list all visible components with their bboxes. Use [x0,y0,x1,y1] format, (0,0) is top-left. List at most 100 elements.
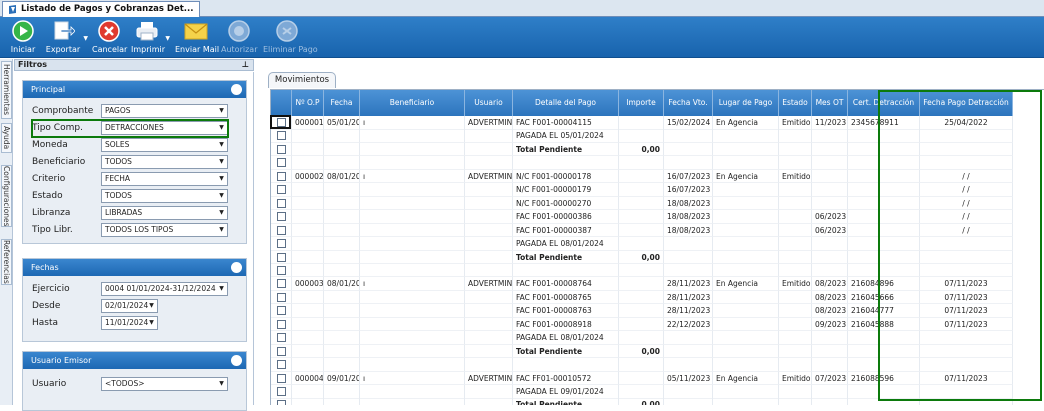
document-tab[interactable]: Listado de Pagos y Cobranzas Det... [2,1,201,17]
cell-importe [619,290,664,305]
eliminar-pago-button[interactable]: Eliminar Pago [263,19,318,57]
cell-importe [619,371,664,386]
collapse-icon[interactable] [231,84,242,95]
row-checkbox[interactable] [277,158,286,168]
cell-lugar-de-pago: En Agencia [713,116,779,130]
cell-fecha-vto: 28/11/2023 [664,277,713,291]
estado-select[interactable]: TODOS ▼ [101,189,228,203]
row-checkbox[interactable] [277,279,286,289]
filter-row-beneficiario: Beneficiario TODOS ▼ [23,154,248,170]
cell-no-op [292,385,324,399]
enviar-mail-button[interactable]: Enviar Mail [175,19,219,57]
column-header-importe[interactable]: Importe [619,90,664,116]
cell-fecha-vto [664,156,713,170]
imprimir-dropdown-icon[interactable]: ▼ [165,35,170,42]
row-checkbox[interactable] [277,212,286,222]
row-cursor [270,115,291,129]
row-checkbox[interactable] [277,292,286,302]
cell-importe [619,116,664,130]
tipo-libr-select[interactable]: TODOS LOS TIPOS ▼ [101,223,228,237]
row-checkbox[interactable] [277,360,286,370]
column-header-estado[interactable]: Estado [779,90,812,116]
cell-fecha [324,196,360,211]
cell-detalle-del-pago: Total Pendiente [513,398,619,405]
cell-importe [619,156,664,170]
column-header-mes-ot[interactable]: Mes OT [812,90,848,116]
row-checkbox[interactable] [277,185,286,195]
cell-mes-ot: 08/2023 [812,304,848,318]
ejercicio-select[interactable]: 0004 01/01/2024-31/12/2024 ▼ [101,282,228,296]
cell-usuario [465,317,513,332]
row-checkbox[interactable] [277,319,286,329]
row-checkbox[interactable] [277,198,286,208]
row-checkbox[interactable] [277,306,286,316]
filter-row-criterio: Criterio FECHA ▼ [23,171,248,187]
cancelar-button[interactable]: Cancelar [92,19,127,57]
side-tab-herramientas[interactable]: Herramientas [1,61,12,119]
column-header-detalle-del-pago[interactable]: Detalle del Pago [513,90,619,116]
column-header-usuario[interactable]: Usuario [465,90,513,116]
autorizar-button[interactable]: Autorizar [221,19,257,57]
moneda-select[interactable]: SOLES ▼ [101,138,228,152]
cell-fecha-vto: 18/08/2023 [664,223,713,238]
imprimir-button[interactable]: Imprimir ▼ [131,19,170,57]
cell-lugar-de-pago [713,196,779,211]
cell-no-op [292,129,324,143]
column-header-fecha-vto[interactable]: Fecha Vto. [664,90,713,116]
collapse-icon[interactable] [231,262,242,273]
cell-beneficiario [360,156,465,170]
cell-no-op [292,344,324,359]
cell-fecha-vto [664,237,713,251]
usuario-select[interactable]: <TODOS> ▼ [101,377,228,391]
filter-row-libranza: Libranza LIBRADAS ▼ [23,205,248,221]
cell-fecha-vto [664,385,713,399]
row-checkbox[interactable] [277,239,286,249]
fechas-panel-header[interactable]: Fechas [23,259,246,276]
iniciar-button[interactable]: Iniciar [9,19,37,57]
row-checkbox[interactable] [277,400,286,405]
row-checkbox[interactable] [277,131,286,141]
cell-fecha: 09/01/2024 [324,371,360,386]
hasta-date-picker[interactable]: 11/01/2024 ▼ [101,316,158,330]
side-tab-ayuda[interactable]: Ayuda [1,123,12,153]
cell-fecha [324,223,360,238]
column-header-fecha[interactable]: Fecha [324,90,360,116]
row-checkbox[interactable] [277,171,286,181]
collapse-icon[interactable] [231,355,242,366]
row-checkbox[interactable] [277,333,286,343]
column-header-no-op[interactable]: Nº O.P [292,90,324,116]
cell-fecha [324,358,360,372]
cell-no-op: 000004 [292,371,324,386]
usuario-emisor-panel-header[interactable]: Usuario Emisor [23,352,246,369]
side-tab-configuraciones[interactable]: Configuraciones [1,165,12,227]
row-checkbox[interactable] [277,346,286,356]
cell-lugar-de-pago [713,156,779,170]
libranza-select[interactable]: LIBRADAS ▼ [101,206,228,220]
row-checkbox[interactable] [277,144,286,154]
mail-icon [184,23,208,40]
exportar-dropdown-icon[interactable]: ▼ [83,35,88,42]
comprobante-select[interactable]: PAGOS ▼ [101,104,228,118]
side-tab-referencias[interactable]: Referencias [1,239,12,285]
cell-fecha: 05/01/2024 [324,116,360,130]
criterio-select[interactable]: FECHA ▼ [101,172,228,186]
chevron-down-icon: ▼ [219,226,224,233]
row-checkbox[interactable] [277,387,286,396]
row-checkbox[interactable] [277,373,286,383]
cell-lugar-de-pago [713,142,779,157]
row-checkbox[interactable] [277,265,286,275]
principal-panel-header[interactable]: Principal [23,81,246,98]
exportar-button[interactable]: Exportar ▼ [45,19,88,57]
column-header-beneficiario[interactable]: Beneficiario [360,90,465,116]
cell-fecha-vto: 28/11/2023 [664,304,713,318]
beneficiario-select[interactable]: TODOS ▼ [101,155,228,169]
column-header-lugar-de-pago[interactable]: Lugar de Pago [713,90,779,116]
pin-icon[interactable]: ⊥ [242,60,249,70]
desde-date-picker[interactable]: 02/01/2024 ▼ [101,299,158,313]
cell-mes-ot: 09/2023 [812,317,848,332]
row-checkbox[interactable] [277,252,286,262]
chevron-down-icon: ▼ [219,192,224,199]
tab-movimientos[interactable]: Movimientos [268,72,336,88]
cell-beneficiario [360,331,465,345]
row-checkbox[interactable] [277,225,286,235]
